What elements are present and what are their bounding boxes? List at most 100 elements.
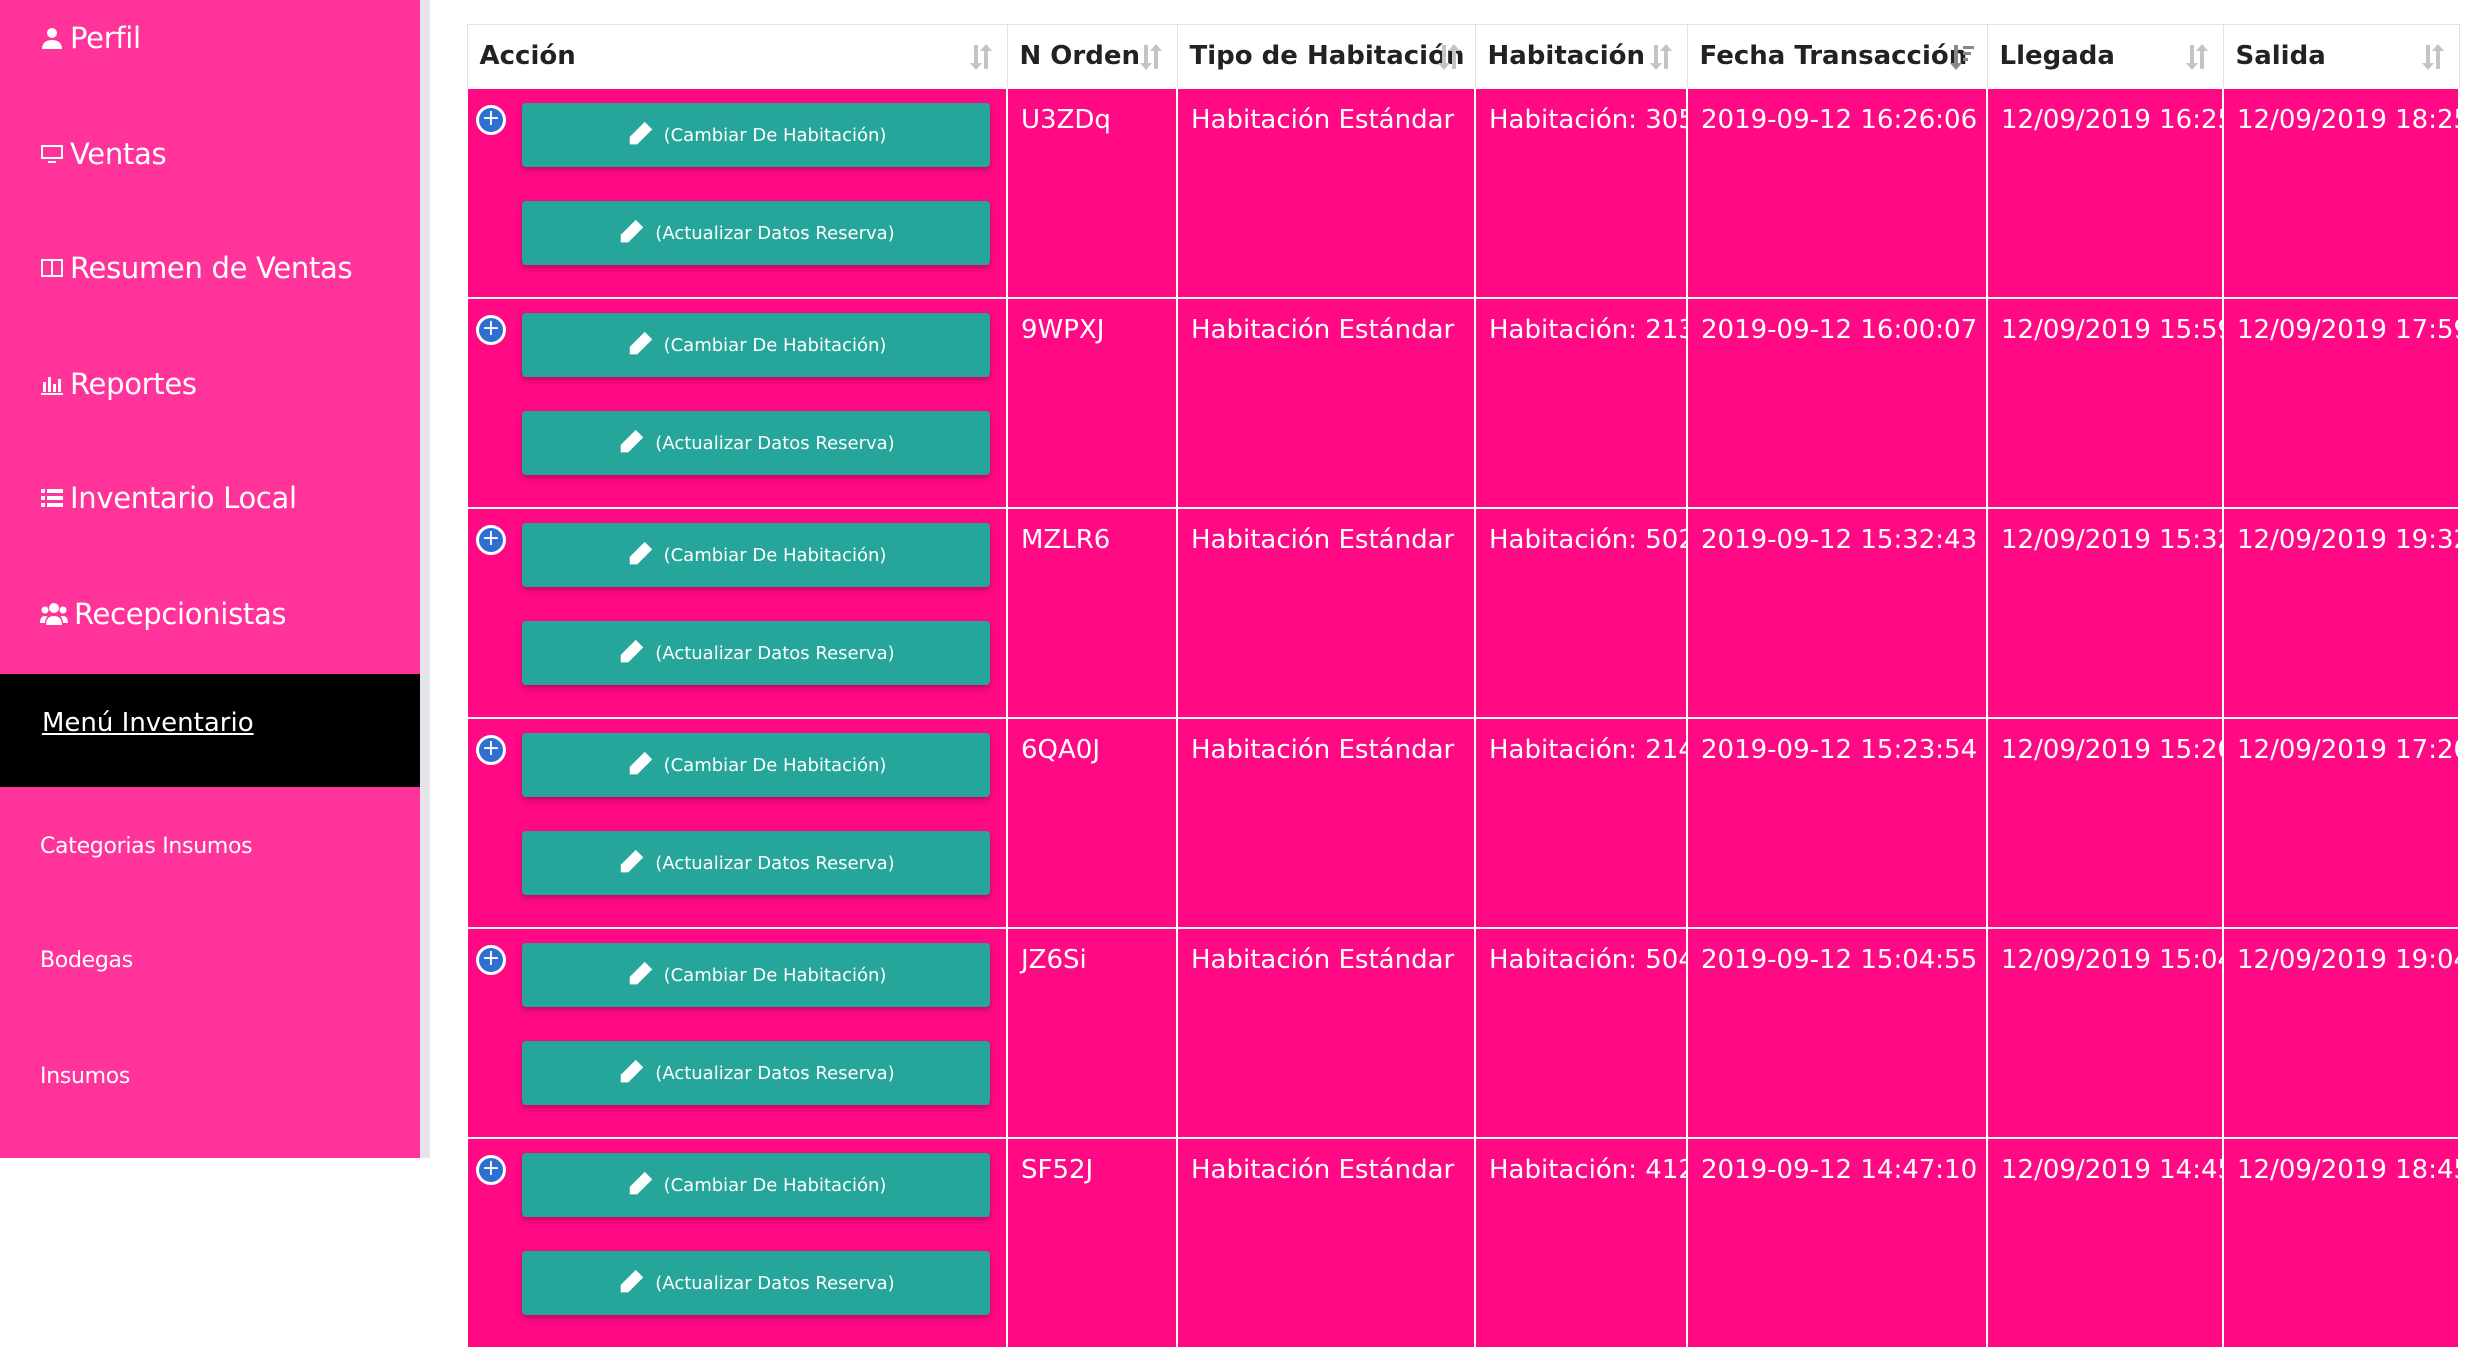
room-cell: Habitación: 213	[1474, 297, 1688, 509]
update-booking-button[interactable]: (Actualizar Datos Reserva)	[522, 1041, 990, 1105]
table-body: + (Cambiar De Habitación) (Actualizar Dato…	[466, 87, 2460, 1349]
expand-row-button[interactable]: +	[476, 315, 506, 345]
pencil-icon	[628, 541, 653, 568]
pencil-icon	[620, 849, 645, 876]
action-cell: + (Cambiar De Habitación) (Actualizar Dato…	[466, 297, 1008, 509]
order-number-cell: MZLR6	[1006, 507, 1178, 719]
sort-icon[interactable]	[1139, 43, 1165, 71]
table-row: + (Cambiar De Habitación) (Actualizar Dato…	[466, 927, 2460, 1139]
pencil-icon	[620, 1269, 645, 1296]
sidebar-item-label: Recepcionistas	[74, 597, 287, 631]
update-booking-button[interactable]: (Actualizar Datos Reserva)	[522, 1251, 990, 1315]
column-header-label: N Orden	[1019, 41, 1141, 71]
arrival-cell: 12/09/2019 15:20	[1986, 717, 2224, 929]
reservations-table-container: Acción N Orden Tipo de Habitación Habitació…	[466, 24, 2460, 1349]
arrival-cell: 12/09/2019 15:59	[1986, 297, 2224, 509]
column-header-1[interactable]: N Orden	[1006, 24, 1178, 89]
column-header-2[interactable]: Tipo de Habitación	[1176, 24, 1476, 89]
action-cell: + (Cambiar De Habitación) (Actualizar Dato…	[466, 87, 1008, 299]
column-header-0[interactable]: Acción	[466, 24, 1008, 89]
pencil-icon	[620, 429, 645, 456]
sort-desc-icon[interactable]	[1949, 43, 1975, 71]
sidebar-item-menu-inventario[interactable]: Menú Inventario	[0, 674, 420, 787]
expand-row-button[interactable]: +	[476, 735, 506, 765]
pencil-icon	[620, 1059, 645, 1086]
sort-icon[interactable]	[2421, 43, 2447, 71]
pencil-icon	[628, 121, 653, 148]
update-booking-button[interactable]: (Actualizar Datos Reserva)	[522, 831, 990, 895]
sidebar-item-recepcionistas[interactable]: Recepcionistas	[40, 584, 287, 644]
pencil-icon	[628, 331, 653, 358]
table-row: + (Cambiar De Habitación) (Actualizar Dato…	[466, 87, 2460, 299]
pencil-icon	[620, 219, 645, 246]
column-header-6[interactable]: Salida	[2222, 24, 2460, 89]
departure-cell: 12/09/2019 18:45	[2222, 1137, 2460, 1349]
order-number-cell: SF52J	[1006, 1137, 1178, 1349]
transaction-date-cell: 2019-09-12 16:00:07	[1686, 297, 1988, 509]
column-header-label: Tipo de Habitación	[1189, 41, 1465, 71]
column-header-label: Habitación	[1487, 41, 1646, 71]
order-number-cell: JZ6Si	[1006, 927, 1178, 1139]
sidebar-subitem-insumos[interactable]: Insumos	[40, 1046, 130, 1106]
update-booking-button[interactable]: (Actualizar Datos Reserva)	[522, 621, 990, 685]
update-booking-button[interactable]: (Actualizar Datos Reserva)	[522, 201, 990, 265]
change-room-button[interactable]: (Cambiar De Habitación)	[522, 1153, 990, 1217]
pencil-icon	[628, 961, 653, 988]
expand-row-button[interactable]: +	[476, 525, 506, 555]
sidebar-item-resumen-ventas[interactable]: Resumen de Ventas	[40, 238, 353, 298]
transaction-date-cell: 2019-09-12 16:26:06	[1686, 87, 1988, 299]
room-cell: Habitación: 214	[1474, 717, 1688, 929]
change-room-button[interactable]: (Cambiar De Habitación)	[522, 523, 990, 587]
column-header-3[interactable]: Habitación	[1474, 24, 1688, 89]
departure-cell: 12/09/2019 17:20	[2222, 717, 2460, 929]
sidebar-active-label: Menú Inventario	[42, 708, 254, 738]
action-cell: + (Cambiar De Habitación) (Actualizar Dato…	[466, 717, 1008, 929]
sidebar-item-perfil[interactable]: Perfil	[40, 8, 141, 68]
room-type-cell: Habitación Estándar	[1176, 507, 1476, 719]
expand-row-button[interactable]: +	[476, 945, 506, 975]
room-cell: Habitación: 502	[1474, 507, 1688, 719]
update-booking-button[interactable]: (Actualizar Datos Reserva)	[522, 411, 990, 475]
sidebar-subitem-bodegas[interactable]: Bodegas	[40, 930, 133, 990]
sort-icon[interactable]	[969, 43, 995, 71]
expand-row-button[interactable]: +	[476, 105, 506, 135]
departure-cell: 12/09/2019 17:59	[2222, 297, 2460, 509]
transaction-date-cell: 2019-09-12 15:23:54	[1686, 717, 1988, 929]
table-header-row: Acción N Orden Tipo de Habitación Habitació…	[466, 24, 2460, 89]
column-header-4[interactable]: Fecha Transacción	[1686, 24, 1988, 89]
table-row: + (Cambiar De Habitación) (Actualizar Dato…	[466, 1137, 2460, 1349]
pencil-icon	[628, 751, 653, 778]
column-header-label: Fecha Transacción	[1699, 41, 1968, 71]
expand-row-button[interactable]: +	[476, 1155, 506, 1185]
sort-icon[interactable]	[2185, 43, 2211, 71]
action-cell: + (Cambiar De Habitación) (Actualizar Dato…	[466, 1137, 1008, 1349]
room-type-cell: Habitación Estándar	[1176, 1137, 1476, 1349]
monitor-icon	[41, 145, 63, 163]
transaction-date-cell: 2019-09-12 15:32:43	[1686, 507, 1988, 719]
sidebar-subitem-categorias[interactable]: Categorias Insumos	[40, 816, 253, 876]
sidebar-divider	[420, 0, 430, 1158]
sort-icon[interactable]	[1437, 43, 1463, 71]
column-header-5[interactable]: Llegada	[1986, 24, 2224, 89]
change-room-button[interactable]: (Cambiar De Habitación)	[522, 943, 990, 1007]
order-number-cell: 9WPXJ	[1006, 297, 1178, 509]
change-room-button[interactable]: (Cambiar De Habitación)	[522, 733, 990, 797]
departure-cell: 12/09/2019 19:04	[2222, 927, 2460, 1139]
sidebar-item-ventas[interactable]: Ventas	[40, 124, 167, 184]
table-row: + (Cambiar De Habitación) (Actualizar Dato…	[466, 507, 2460, 719]
room-cell: Habitación: 305	[1474, 87, 1688, 299]
change-room-button[interactable]: (Cambiar De Habitación)	[522, 103, 990, 167]
list-icon	[41, 489, 63, 507]
sidebar: Perfil Ventas Resumen de Ventas Reportes…	[0, 0, 420, 1158]
sort-icon[interactable]	[1649, 43, 1675, 71]
arrival-cell: 12/09/2019 16:25	[1986, 87, 2224, 299]
action-cell: + (Cambiar De Habitación) (Actualizar Dato…	[466, 507, 1008, 719]
reservations-table: Acción N Orden Tipo de Habitación Habitació…	[466, 24, 2460, 1349]
change-room-button[interactable]: (Cambiar De Habitación)	[522, 313, 990, 377]
book-icon	[41, 259, 63, 277]
sidebar-item-reportes[interactable]: Reportes	[40, 354, 197, 414]
sidebar-item-label: Resumen de Ventas	[70, 251, 353, 285]
sidebar-item-inventario-local[interactable]: Inventario Local	[40, 468, 297, 528]
sidebar-item-label: Inventario Local	[70, 481, 297, 515]
order-number-cell: 6QA0J	[1006, 717, 1178, 929]
